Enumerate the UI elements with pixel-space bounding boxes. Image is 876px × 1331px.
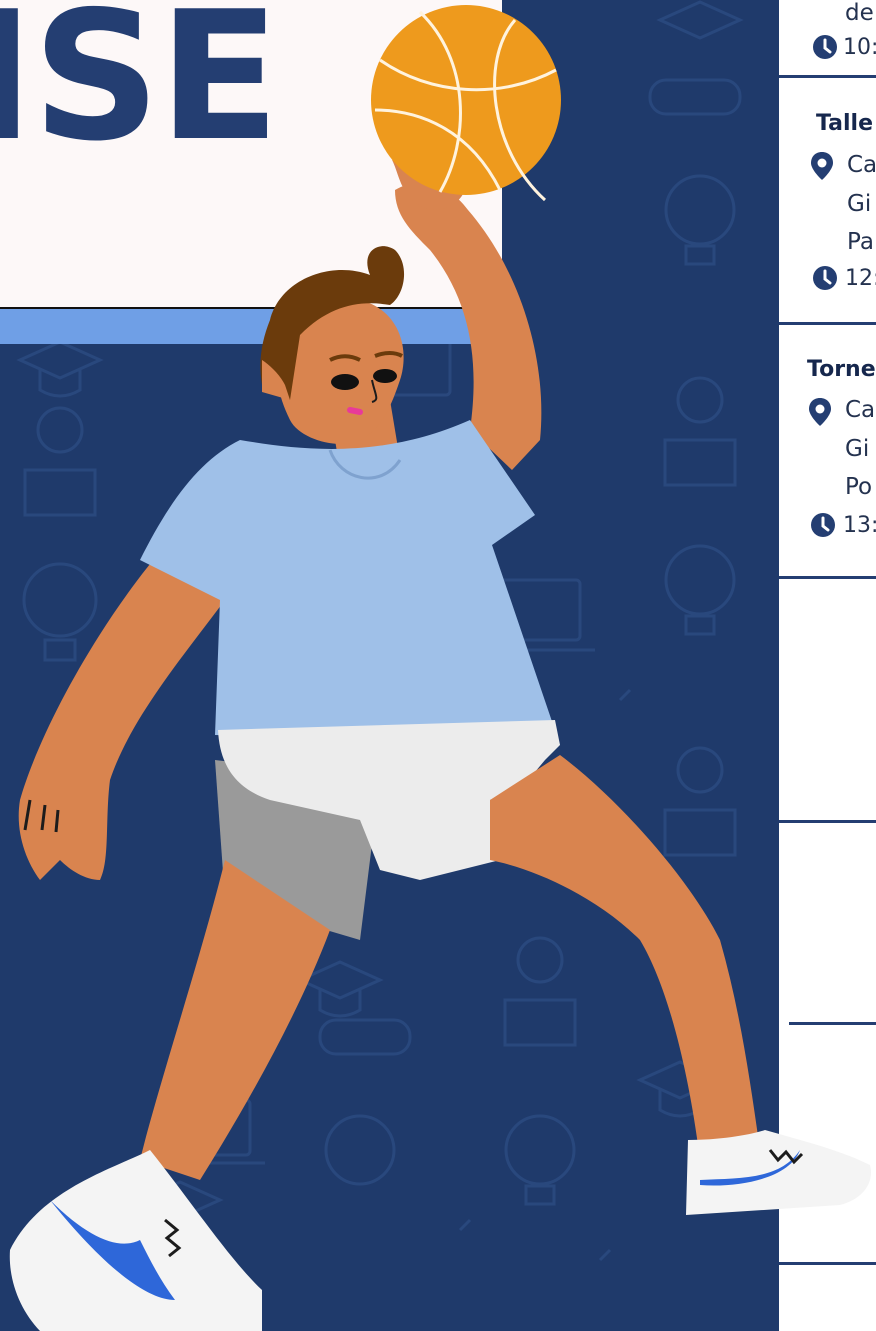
shirt xyxy=(140,420,560,745)
left-sneaker xyxy=(9,1150,262,1331)
right-sneaker xyxy=(686,1130,871,1215)
front-leg xyxy=(490,755,760,1160)
back-arm xyxy=(18,540,225,880)
basketball-player-illustration xyxy=(9,5,871,1331)
player-head xyxy=(260,246,405,444)
